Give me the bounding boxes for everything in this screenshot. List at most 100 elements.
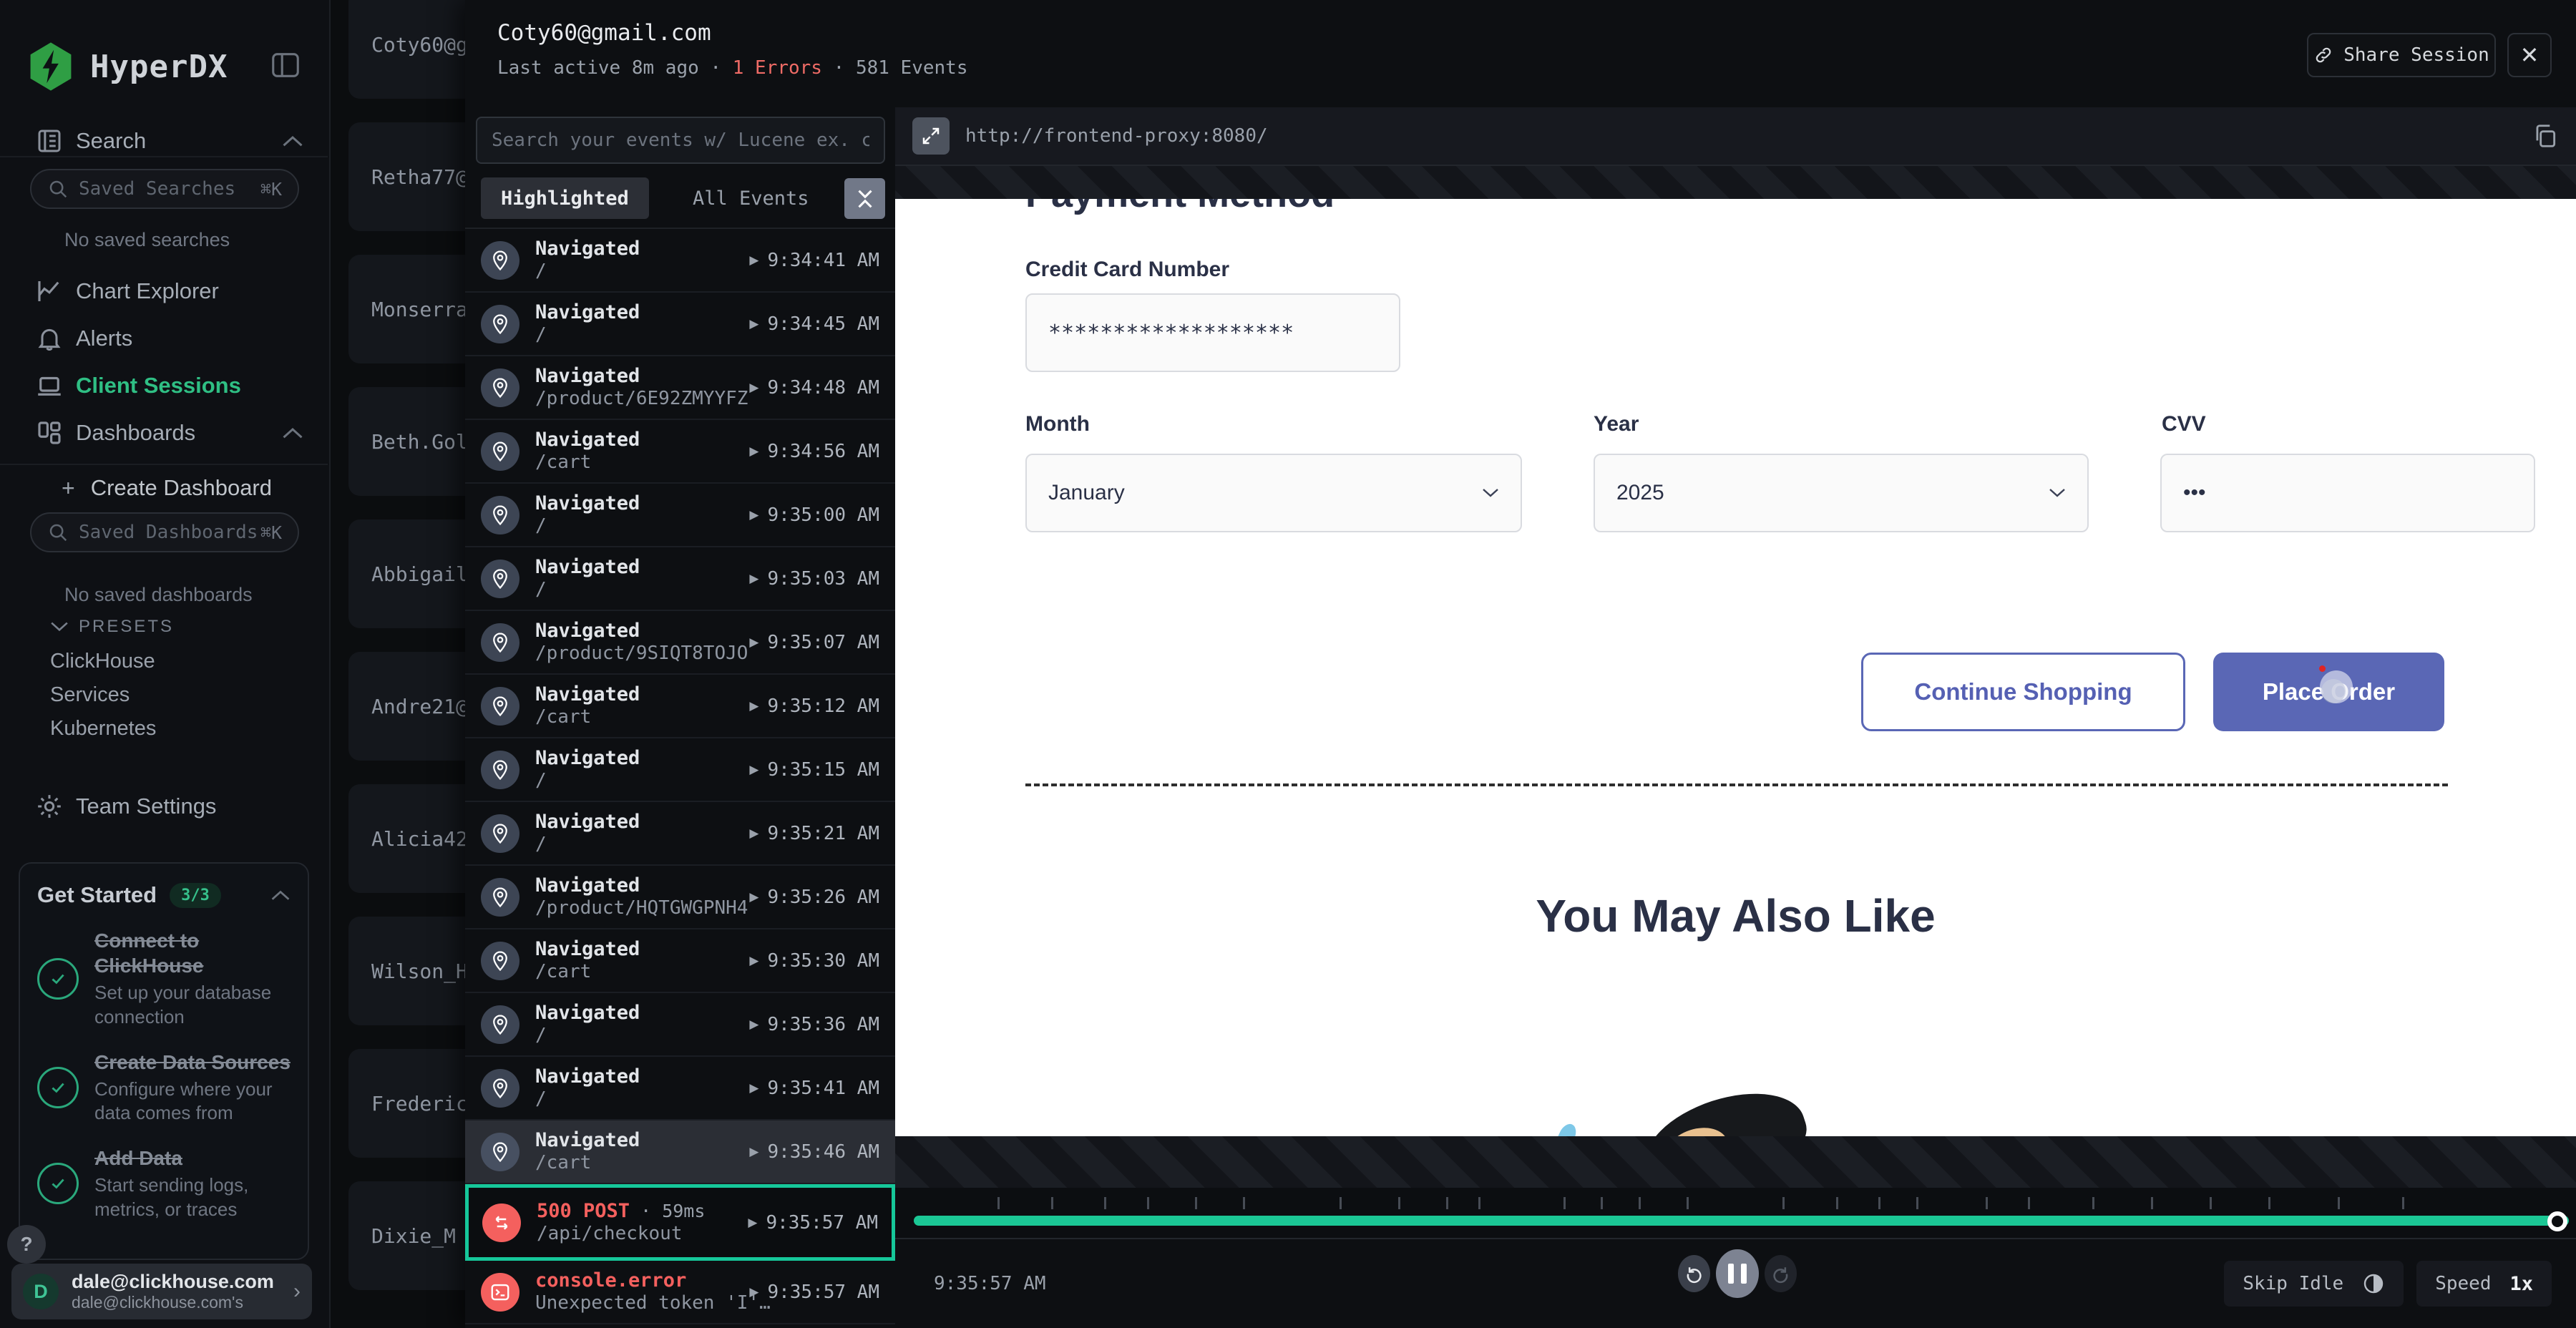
tab-highlighted[interactable]: Highlighted [481,177,649,219]
event-path: /product/9SIQT8TOJO [535,643,748,665]
session-list-item[interactable]: Frederic [348,1049,465,1158]
speed-control[interactable]: Speed 1x [2416,1261,2552,1307]
event-timestamp: 9:35:21 AM [767,823,879,844]
session-list-item[interactable]: Dixie_M [348,1181,465,1290]
play-from-here-icon[interactable]: ▶ [749,572,758,586]
event-row-nav[interactable]: Navigated/cart▶9:35:46 AM [465,1120,895,1184]
event-row-nav[interactable]: Navigated/▶9:35:03 AM [465,547,895,611]
play-from-here-icon[interactable]: ▶ [749,699,758,713]
session-list-item[interactable]: Monserra [348,255,465,363]
event-row-console_error[interactable]: console.errorUnexpected token 'I'…▶9:35:… [465,1261,895,1324]
chevron-up-icon[interactable] [270,889,291,901]
play-from-here-icon[interactable]: ▶ [749,1081,758,1095]
event-path: Unexpected token 'I'… [535,1292,749,1314]
session-list-item[interactable]: Abbigail [348,519,465,628]
create-dashboard-button[interactable]: + Create Dashboard [0,469,329,507]
get-started-step[interactable]: Connect to ClickHouseSet up your databas… [37,928,291,1030]
event-row-request_error[interactable]: 500 POST · 59ms/api/checkout▶9:35:57 AM [465,1184,895,1261]
play-from-here-icon[interactable]: ▶ [749,954,758,968]
saved-searches-placeholder: Saved Searches [79,178,260,200]
month-select[interactable]: January [1025,454,1522,532]
sidebar-item-team-settings[interactable]: Team Settings [0,786,329,827]
preset-kubernetes[interactable]: Kubernetes [50,717,156,741]
events-search-input[interactable]: Search your events w/ Lucene ex. colum [476,117,885,164]
session-user-email: Wilson_H [371,960,465,983]
event-row-nav[interactable]: Navigated/▶9:35:36 AM [465,993,895,1057]
play-from-here-icon[interactable]: ▶ [749,826,758,841]
map-pin-icon [481,1133,519,1171]
play-from-here-icon[interactable]: ▶ [749,635,758,650]
user-menu[interactable]: D dale@clickhouse.com dale@clickhouse.co… [11,1264,312,1319]
play-from-here-icon[interactable]: ▶ [749,444,758,459]
saved-dashboards-input[interactable]: Saved Dashboards ⌘K [30,512,299,552]
play-from-here-icon[interactable]: ▶ [749,253,758,268]
event-row-nav[interactable]: Navigated/cart▶9:35:12 AM [465,675,895,738]
sidebar-item-label: Search [76,128,146,154]
sidebar-item-dashboards[interactable]: Dashboards [0,412,329,454]
timeline-tick [1051,1197,1053,1209]
sidebar-item-alerts[interactable]: Alerts [0,318,329,359]
sidebar-collapse-icon[interactable] [269,49,302,82]
timeline-tick [1687,1197,1689,1209]
play-from-here-icon[interactable]: ▶ [749,1145,758,1159]
continue-shopping-button[interactable]: Continue Shopping [1861,653,2185,731]
sidebar-item-client-sessions[interactable]: Client Sessions [0,365,329,406]
event-row-nav[interactable]: Navigated/product/6E92ZMYYFZ▶9:34:48 AM [465,356,895,420]
chevron-down-icon [50,621,69,633]
saved-searches-input[interactable]: Saved Searches ⌘K [30,169,299,209]
play-from-here-icon[interactable]: ▶ [749,317,758,331]
play-from-here-icon[interactable]: ▶ [749,381,758,395]
speed-label: Speed [2435,1273,2491,1294]
play-from-here-icon[interactable]: ▶ [749,508,758,522]
event-row-nav[interactable]: Navigated/▶9:34:41 AM [465,229,895,293]
event-row-nav[interactable]: Navigated/▶9:35:41 AM [465,1057,895,1120]
preset-services[interactable]: Services [50,683,130,707]
event-row-nav[interactable]: Navigated/▶9:35:21 AM [465,802,895,866]
expand-button[interactable] [912,117,950,155]
presets-header[interactable]: PRESETS [50,617,174,637]
timeline-tick [1639,1197,1641,1209]
timeline-handle[interactable] [2547,1211,2567,1231]
session-list-item[interactable]: Retha77@ [348,122,465,231]
cvv-input[interactable]: ••• [2160,454,2535,532]
play-from-here-icon[interactable]: ▶ [749,1017,758,1032]
event-row-nav[interactable]: Navigated/▶9:34:45 AM [465,293,895,356]
session-list-item[interactable]: Wilson_H [348,917,465,1025]
session-list-item[interactable]: Beth.Gol [348,387,465,496]
get-started-step[interactable]: Create Data SourcesConfigure where your … [37,1050,291,1126]
preset-clickhouse[interactable]: ClickHouse [50,650,155,673]
forward-button[interactable] [1765,1255,1797,1292]
replay-url: http://frontend-proxy:8080/ [965,125,2532,147]
event-row-nav[interactable]: Navigated/▶9:35:00 AM [465,484,895,547]
cc-number-input[interactable]: ******************* [1025,293,1400,372]
check-circle-icon [37,1163,79,1204]
play-from-here-icon[interactable]: ▶ [749,1285,758,1299]
session-list-item[interactable]: Alicia42 [348,784,465,893]
timeline-tick [1916,1197,1918,1209]
event-row-nav[interactable]: Navigated/cart▶9:35:30 AM [465,929,895,993]
help-button[interactable]: ? [7,1225,46,1264]
event-path: / [535,834,640,856]
event-row-nav[interactable]: Navigated/product/HQTGWGPNH4▶9:35:26 AM [465,866,895,929]
event-row-nav[interactable]: Navigated/product/9SIQT8TOJO▶9:35:07 AM [465,611,895,675]
event-row-nav[interactable]: Navigated/▶9:35:15 AM [465,738,895,802]
session-list-item[interactable]: Coty60@g [348,0,465,99]
get-started-step[interactable]: Add DataStart sending logs, metrics, or … [37,1146,291,1222]
copy-icon[interactable] [2532,122,2559,150]
session-list-item[interactable]: Andre21@ [348,652,465,761]
playback-timeline[interactable] [895,1188,2576,1239]
play-from-here-icon[interactable]: ▶ [749,763,758,777]
timeline-tick [1147,1197,1149,1209]
chevron-down-icon [2049,488,2066,498]
tab-all-events[interactable]: All Events [673,177,829,219]
logo[interactable]: HyperDX [29,42,308,92]
sidebar-item-chart-explorer[interactable]: Chart Explorer [0,270,329,312]
collapse-events-button[interactable] [844,178,885,219]
year-select[interactable]: 2025 [1594,454,2089,532]
skip-idle-toggle[interactable]: Skip Idle [2224,1261,2404,1307]
rewind-button[interactable] [1678,1255,1710,1292]
pause-button[interactable] [1716,1249,1758,1298]
play-from-here-icon[interactable]: ▶ [749,890,758,904]
event-row-nav[interactable]: Navigated/cart▶9:34:56 AM [465,420,895,484]
play-from-here-icon[interactable]: ▶ [748,1216,757,1230]
